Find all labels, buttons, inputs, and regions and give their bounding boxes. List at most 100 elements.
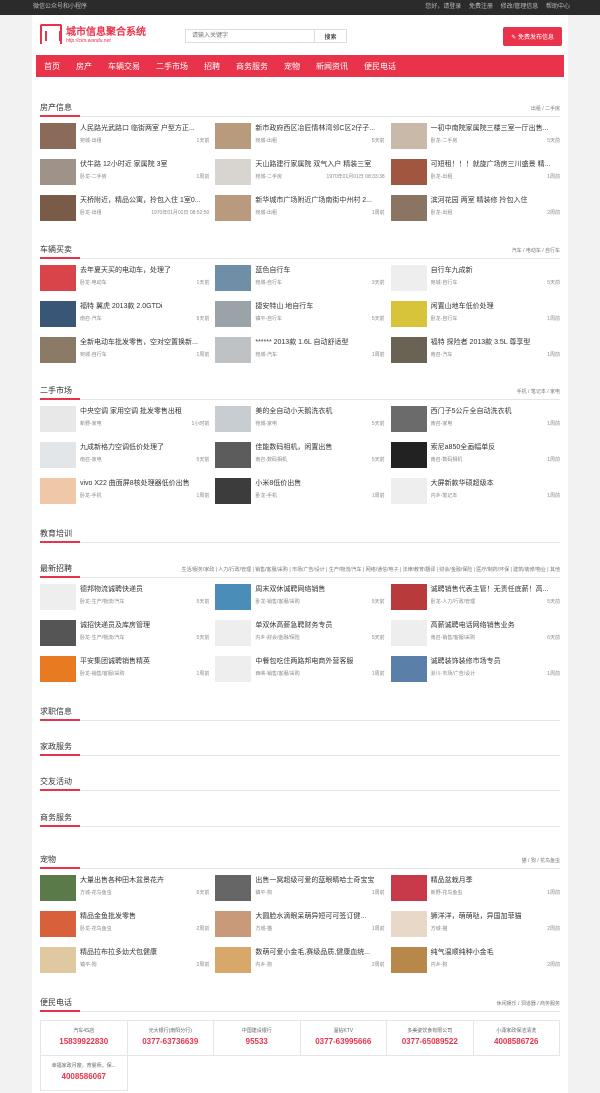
thumbnail-image[interactable] bbox=[390, 478, 427, 504]
phone-number[interactable]: 15839922830 bbox=[41, 1037, 127, 1046]
item-title[interactable]: 美的全自动小天鹅洗衣机 bbox=[255, 406, 384, 416]
phone-number[interactable]: 4008586067 bbox=[41, 1072, 127, 1081]
nav-item[interactable]: 商务服务 bbox=[236, 61, 268, 72]
phone-card[interactable]: 小潇家政保洁清洗 4008586726 bbox=[473, 1021, 560, 1056]
item-title[interactable]: 德邦物流诚聘快递员 bbox=[80, 584, 209, 594]
nav-item[interactable]: 便民电话 bbox=[364, 61, 396, 72]
list-item[interactable]: 佳能数码相机，闲置出售 南召-数码相机 5天前 bbox=[215, 436, 385, 472]
list-item[interactable]: 大量出售各种田木盆景花卉 方城-花鸟鱼虫 6天前 bbox=[40, 869, 209, 905]
thumbnail-image[interactable] bbox=[215, 337, 252, 363]
thumbnail-image[interactable] bbox=[40, 584, 76, 610]
item-title[interactable]: vivo X22 曲面屏8核处理器低价出售 bbox=[80, 478, 209, 488]
phone-card[interactable]: 汽车4S店 15839922830 bbox=[41, 1021, 128, 1056]
item-title[interactable]: 人民路光武路口 临街两室 户型方正... bbox=[80, 123, 209, 133]
item-title[interactable]: 小米8低价出售 bbox=[255, 478, 384, 488]
thumbnail-image[interactable] bbox=[390, 265, 427, 291]
thumbnail-image[interactable] bbox=[40, 123, 76, 149]
list-item[interactable]: 九成新格力空调低价处理了 南召-家电 5天前 bbox=[40, 436, 209, 472]
item-title[interactable]: 精品盆栽月季 bbox=[431, 875, 560, 885]
site-logo[interactable]: 城市信息聚合系统 http://cim.wandu.net bbox=[40, 23, 146, 44]
thumbnail-image[interactable] bbox=[390, 195, 427, 221]
item-title[interactable]: 伏牛路 12小时近 家属院 3室 bbox=[80, 159, 209, 169]
list-item[interactable]: 蓝色自行车 宛城-自行车 3天前 bbox=[215, 259, 385, 295]
phone-card[interactable]: 温钻KTV 0377-63995666 bbox=[300, 1021, 387, 1056]
item-title[interactable]: 诚聘销售代表主管！无责任底薪！高... bbox=[431, 584, 560, 594]
thumbnail-image[interactable] bbox=[40, 406, 76, 432]
list-item[interactable]: 去年夏天买的电动车，处理了 卧龙-电动车 1天前 bbox=[40, 259, 209, 295]
thumbnail-image[interactable] bbox=[215, 875, 252, 901]
item-title[interactable]: 佳能数码相机，闲置出售 bbox=[255, 442, 384, 452]
list-item[interactable]: 狮洋洋，萌萌哒，异国加菲猫 方城-猫 2周前 bbox=[390, 905, 560, 941]
thumbnail-image[interactable] bbox=[40, 195, 76, 221]
post-info-button[interactable]: ✎ 免费发布信息 bbox=[503, 27, 562, 46]
thumbnail-image[interactable] bbox=[215, 584, 252, 610]
phone-card[interactable]: 光大银行(南阳分行) 0377-63736639 bbox=[127, 1021, 214, 1056]
thumbnail-image[interactable] bbox=[215, 947, 252, 973]
thumbnail-image[interactable] bbox=[40, 656, 76, 682]
thumbnail-image[interactable] bbox=[390, 875, 427, 901]
item-title[interactable]: 平安集团诚聘销售精英 bbox=[80, 656, 209, 666]
thumbnail-image[interactable] bbox=[40, 875, 76, 901]
list-item[interactable]: 高薪诚聘电话网络销售业务 南召-销售/客服/采购 6天前 bbox=[390, 614, 560, 650]
thumbnail-image[interactable] bbox=[40, 478, 76, 504]
list-item[interactable]: 大圆脸水滴眼呆萌异短可可签订健... 方城-猫 1周前 bbox=[215, 905, 385, 941]
item-title[interactable]: 出售一窝超级可爱的蓝眼睛哈士奇宝宝 bbox=[255, 875, 384, 885]
thumbnail-image[interactable] bbox=[390, 301, 427, 327]
list-item[interactable]: 福特 翼虎 2013款 2.0GTDi 南召-汽车 5天前 bbox=[40, 295, 209, 331]
list-item[interactable]: 新市政府西区冶匠情林湾邻C区2仔子... 宛城-出租 5天前 bbox=[215, 117, 385, 153]
item-title[interactable]: ****** 2013款 1.6L 自动舒适型 bbox=[255, 337, 384, 347]
nav-item[interactable]: 二手市场 bbox=[156, 61, 188, 72]
list-item[interactable]: 中餐包吃住两路邦电商外营客服 西峡-销售/客服/采购 1周前 bbox=[215, 650, 385, 686]
phone-number[interactable]: 4008586726 bbox=[474, 1037, 560, 1046]
list-item[interactable]: 一初中南院家属院三楼三室一厅出售... 卧龙-二手房 5天前 bbox=[390, 117, 560, 153]
list-item[interactable]: 天山路建行家属院 双气入户 精装三室 宛城-二手房 1970年01月01日 08:3… bbox=[215, 153, 385, 189]
item-title[interactable]: 大屏新款华硕超级本 bbox=[431, 478, 560, 488]
item-title[interactable]: 数萌可爱小金毛,赛级品质,健康血统... bbox=[255, 947, 384, 957]
list-item[interactable]: 诚招快递员及库房管理 卧龙-生产/物流/汽车 5天前 bbox=[40, 614, 209, 650]
list-item[interactable]: 伏牛路 12小时近 家属院 3室 卧龙-二手房 1周前 bbox=[40, 153, 209, 189]
section-more-links[interactable]: 出租 / 二手房 bbox=[531, 105, 560, 116]
thumbnail-image[interactable] bbox=[390, 947, 427, 973]
list-item[interactable]: 福特 探险者 2013款 3.5L 尊享型 南召-汽车 1周前 bbox=[390, 331, 560, 367]
thumbnail-image[interactable] bbox=[40, 442, 76, 468]
thumbnail-image[interactable] bbox=[215, 159, 252, 185]
list-item[interactable]: 平安集团诚聘销售精英 卧龙-销售/客服/采购 1周前 bbox=[40, 650, 209, 686]
item-title[interactable]: 诚招快递员及库房管理 bbox=[80, 620, 209, 630]
search-button[interactable]: 搜索 bbox=[315, 29, 347, 43]
phone-card[interactable]: 多美姿饮食有限公司 0377-65089522 bbox=[387, 1021, 474, 1056]
thumbnail-image[interactable] bbox=[390, 656, 427, 682]
section-more-links[interactable]: 手机 / 笔记本 / 家电 bbox=[517, 388, 560, 399]
nav-item[interactable]: 新闻资讯 bbox=[316, 61, 348, 72]
list-item[interactable]: 纯气温顺纯种小金毛 内乡-狗 2周前 bbox=[390, 941, 560, 977]
list-item[interactable]: 闲置山地车低价处理 卧龙-自行车 1周前 bbox=[390, 295, 560, 331]
thumbnail-image[interactable] bbox=[40, 301, 76, 327]
phone-card[interactable]: 中国建设银行 95533 bbox=[214, 1021, 301, 1056]
thumbnail-image[interactable] bbox=[215, 195, 252, 221]
list-item[interactable]: 出售一窝超级可爱的蓝眼睛哈士奇宝宝 镇平-狗 1周前 bbox=[215, 869, 385, 905]
phone-card[interactable]: 幸福家政月嫂，育婴师，保... 4008586067 bbox=[41, 1056, 128, 1091]
thumbnail-image[interactable] bbox=[215, 301, 252, 327]
item-title[interactable]: 滨河花园 两室 精装修 拎包入住 bbox=[431, 195, 560, 205]
thumbnail-image[interactable] bbox=[390, 620, 427, 646]
item-title[interactable]: 高薪诚聘电话网络销售业务 bbox=[431, 620, 560, 630]
thumbnail-image[interactable] bbox=[215, 620, 252, 646]
item-title[interactable]: 纯气温顺纯种小金毛 bbox=[431, 947, 560, 957]
thumbnail-image[interactable] bbox=[390, 442, 427, 468]
list-item[interactable]: 精品金鱼批发零售 卧龙-花鸟鱼虫 2周前 bbox=[40, 905, 209, 941]
thumbnail-image[interactable] bbox=[390, 159, 427, 185]
thumbnail-image[interactable] bbox=[215, 406, 252, 432]
list-item[interactable]: 周末双休诚聘网络销售 卧龙-销售/客服/采购 5天前 bbox=[215, 578, 385, 614]
manage-link[interactable]: 修改/管理信息 bbox=[501, 4, 539, 10]
item-title[interactable]: 索尼a850全画幅单反 bbox=[431, 442, 560, 452]
phone-number[interactable]: 0377-63995666 bbox=[301, 1037, 387, 1046]
item-title[interactable]: 一初中南院家属院三楼三室一厅出售... bbox=[431, 123, 560, 133]
list-item[interactable]: 德邦物流诚聘快递员 卧龙-生产/物流/汽车 5天前 bbox=[40, 578, 209, 614]
section-more-links[interactable]: 休闲娱乐 / 洞道器 / 商务服务 bbox=[497, 1000, 560, 1011]
item-title[interactable]: 西门子5公斤全自动洗衣机 bbox=[431, 406, 560, 416]
thumbnail-image[interactable] bbox=[40, 947, 76, 973]
list-item[interactable]: 单双休高薪急聘财务专员 内乡-财会/金融/保险 5天前 bbox=[215, 614, 385, 650]
search-input[interactable] bbox=[185, 29, 315, 43]
list-item[interactable]: 数萌可爱小金毛,赛级品质,健康血统... 内乡-狗 2周前 bbox=[215, 941, 385, 977]
thumbnail-image[interactable] bbox=[390, 337, 427, 363]
item-title[interactable]: 单双休高薪急聘财务专员 bbox=[255, 620, 384, 630]
